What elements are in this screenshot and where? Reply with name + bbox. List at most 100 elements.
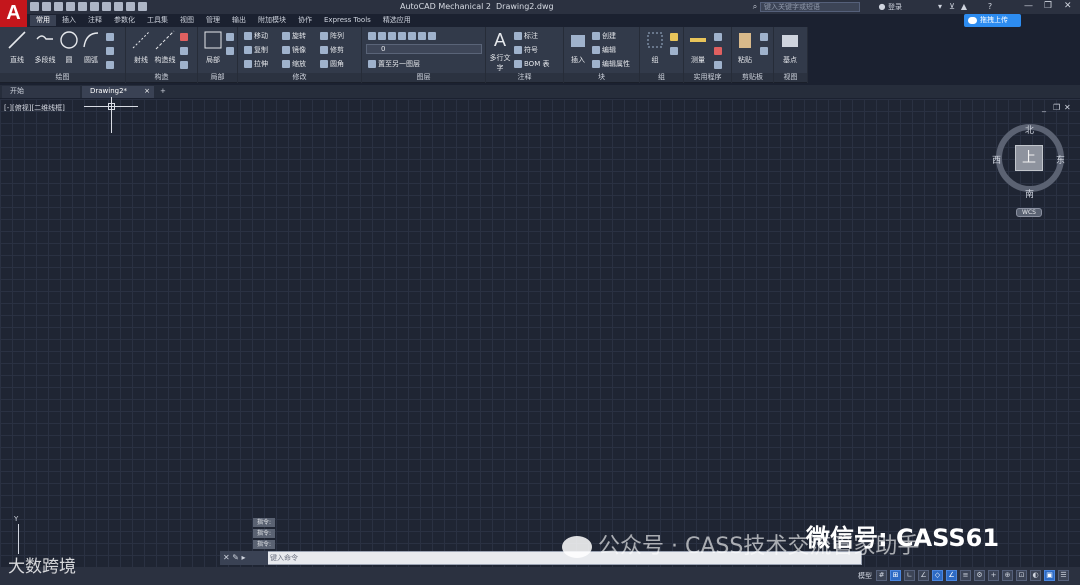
viewport-controls[interactable]: [-][俯视][二维线框]	[4, 103, 65, 113]
exchange-icon[interactable]: ▾	[936, 3, 944, 11]
panel-title-annotation[interactable]: 注释	[486, 73, 563, 82]
symbol-button[interactable]: 符号	[514, 45, 538, 55]
panel-title-group[interactable]: 组	[640, 73, 683, 82]
clean-screen-icon[interactable]: ▣	[1044, 570, 1055, 581]
binoculars-icon[interactable]: ⌕	[751, 3, 759, 11]
panel-title-layer[interactable]: 图层	[362, 73, 485, 82]
scale-button[interactable]: 缩放	[282, 59, 306, 69]
move-to-layer-button[interactable]: 置至另一图层	[368, 59, 420, 69]
panel-title-view[interactable]: 视图	[774, 73, 807, 82]
open-icon[interactable]	[42, 2, 51, 11]
panel-title-clipboard[interactable]: 剪贴板	[732, 73, 773, 82]
measure-icon[interactable]	[180, 61, 188, 69]
panel-title-detail[interactable]: 局部	[198, 73, 237, 82]
settings-gear-icon[interactable]: ⚙	[974, 570, 985, 581]
otrack-toggle-icon[interactable]: ∠	[946, 570, 957, 581]
panel-title-construct[interactable]: 构造	[126, 73, 197, 82]
annotation-scale-icon[interactable]: ⊕	[1002, 570, 1013, 581]
compass-west[interactable]: 西	[992, 153, 1001, 166]
tab-collaborate[interactable]: 协作	[292, 15, 318, 26]
paste-button[interactable]: 粘贴	[734, 29, 756, 65]
line-button[interactable]: 直线	[4, 29, 30, 65]
detail-tool2-icon[interactable]	[226, 47, 234, 55]
tab-express-tools[interactable]: Express Tools	[318, 15, 377, 26]
ortho-toggle-icon[interactable]: ∟	[904, 570, 915, 581]
plot-icon[interactable]	[90, 2, 99, 11]
layer-freeze-icon[interactable]	[408, 32, 416, 40]
tab-home[interactable]: 常用	[30, 15, 56, 26]
cut-icon[interactable]	[760, 33, 768, 41]
layer-state-icon[interactable]	[378, 32, 386, 40]
mtext-button[interactable]: A 多行文字	[488, 29, 512, 73]
add-icon[interactable]: +	[988, 570, 999, 581]
line-tool-icon[interactable]	[106, 33, 114, 41]
close-tab-icon[interactable]: ×	[144, 86, 150, 97]
array-button[interactable]: 阵列	[320, 31, 344, 41]
tab-start[interactable]: 开始	[2, 86, 80, 98]
undo-icon[interactable]	[114, 2, 123, 11]
drawing-canvas[interactable]	[0, 99, 1080, 567]
save-as-icon[interactable]	[66, 2, 75, 11]
command-line-tools[interactable]: ✕ ✎ ▸	[220, 551, 268, 565]
login-link[interactable]: 登录	[888, 2, 902, 12]
construction-line-button[interactable]: 构造线	[154, 29, 176, 65]
move-button[interactable]: 移动	[244, 31, 268, 41]
magnet-icon[interactable]	[714, 47, 722, 55]
publish-icon[interactable]	[78, 2, 87, 11]
tab-output[interactable]: 输出	[226, 15, 252, 26]
tab-insert[interactable]: 插入	[56, 15, 82, 26]
grid-toggle-icon[interactable]: #	[876, 570, 887, 581]
command-input[interactable]: 键入命令	[270, 553, 298, 563]
print-icon[interactable]	[102, 2, 111, 11]
panel-title-block[interactable]: 块	[564, 73, 639, 82]
group-tool-icon[interactable]	[670, 33, 678, 41]
compass-east[interactable]: 东	[1056, 153, 1065, 166]
rectangle-icon[interactable]	[106, 47, 114, 55]
group-button[interactable]: 组	[644, 29, 666, 65]
close-button[interactable]: ✕	[1064, 1, 1072, 11]
customize-menu-icon[interactable]: ☰	[1058, 570, 1069, 581]
wcs-menu[interactable]: WCS	[1016, 208, 1042, 217]
circle-button[interactable]: 圆	[58, 29, 80, 65]
tab-addins[interactable]: 附加模块	[252, 15, 292, 26]
mirror-button[interactable]: 镜像	[282, 45, 306, 55]
tab-parametric[interactable]: 参数化	[108, 15, 141, 26]
fullscreen-icon[interactable]: ⊡	[1016, 570, 1027, 581]
polyline-button[interactable]: 多段线	[32, 29, 58, 65]
compass-north[interactable]: 北	[1025, 123, 1034, 136]
tab-featured-apps[interactable]: 精选应用	[377, 15, 417, 26]
point-icon[interactable]	[180, 33, 188, 41]
tab-annotate[interactable]: 注释	[82, 15, 108, 26]
workspace-icon[interactable]	[138, 2, 147, 11]
layer-dropdown[interactable]: 0	[366, 44, 482, 54]
edit-block-button[interactable]: 编辑	[592, 45, 616, 55]
insert-block-button[interactable]: 插入	[566, 29, 590, 65]
tab-view[interactable]: 视图	[174, 15, 200, 26]
detail-view-button[interactable]: 局部	[202, 29, 224, 65]
panel-title-draw[interactable]: 绘图	[0, 73, 125, 82]
cart-icon[interactable]: ⊻	[948, 3, 956, 11]
redo-icon[interactable]	[126, 2, 135, 11]
ray-button[interactable]: 射线	[130, 29, 152, 65]
divide-icon[interactable]	[180, 47, 188, 55]
panel-title-utilities[interactable]: 实用程序	[684, 73, 731, 82]
detail-tool-icon[interactable]	[226, 33, 234, 41]
model-space-label[interactable]: 模型	[858, 571, 872, 581]
upload-button[interactable]: 拖拽上传	[964, 14, 1021, 27]
layer-lock-icon[interactable]	[418, 32, 426, 40]
snap-toggle-icon[interactable]: ⊞	[890, 570, 901, 581]
help-icon[interactable]: ?	[986, 3, 994, 11]
hatch-icon[interactable]	[106, 61, 114, 69]
create-block-button[interactable]: 创建	[592, 31, 616, 41]
stretch-button[interactable]: 拉伸	[244, 59, 268, 69]
tab-drawing[interactable]: Drawing2* ×	[82, 86, 154, 98]
app-logo[interactable]: A	[0, 0, 27, 27]
user-icon[interactable]: ●	[878, 3, 886, 11]
tab-toolset[interactable]: 工具集	[141, 15, 174, 26]
compass-south[interactable]: 南	[1025, 187, 1034, 200]
layer-match-icon[interactable]	[428, 32, 436, 40]
trim-button[interactable]: 修剪	[320, 45, 344, 55]
arc-button[interactable]: 圆弧	[80, 29, 102, 65]
polar-toggle-icon[interactable]: ∠	[918, 570, 929, 581]
maximize-button[interactable]: ❐	[1044, 1, 1052, 11]
